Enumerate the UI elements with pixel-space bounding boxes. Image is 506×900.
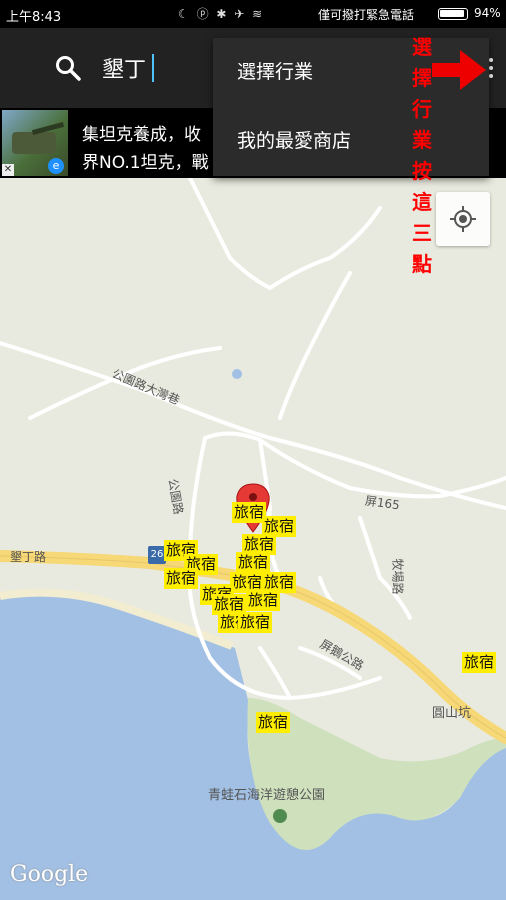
my-location-icon: [450, 206, 476, 232]
status-bar: 上午8:43 ☾ ⓟ ✱ ✈ ≋ 僅可撥打緊急電話 94%: [0, 0, 506, 28]
annotation-text: 選 擇 行 業 按 這 三 點: [412, 35, 432, 276]
place-label: 青蛙石海洋遊憩公園: [208, 788, 326, 803]
poi-label[interactable]: 旅宿: [164, 568, 199, 589]
my-location-button[interactable]: [436, 192, 490, 246]
road-label: 墾丁路: [10, 550, 47, 564]
poi-label[interactable]: 旅宿: [246, 590, 281, 611]
poi-label[interactable]: 旅宿: [462, 652, 497, 673]
battery-percent: 94%: [474, 6, 501, 20]
poi-label[interactable]: 旅宿: [232, 502, 267, 523]
status-time: 上午8:43: [6, 10, 62, 25]
red-arrow-icon: [432, 50, 486, 90]
place-label: 圓山坑: [432, 706, 472, 721]
poi-label[interactable]: 旅宿: [238, 612, 273, 633]
ad-badge-icon: e: [48, 158, 64, 174]
ad-close-icon[interactable]: ✕: [2, 164, 14, 176]
battery-icon: [438, 8, 468, 20]
road-label: 牧場路: [390, 558, 405, 595]
search-input[interactable]: 墾丁: [102, 52, 146, 84]
text-cursor: [152, 54, 154, 82]
status-icons: ☾ ⓟ ✱ ✈ ≋: [178, 7, 265, 21]
carrier-text: 僅可撥打緊急電話: [318, 8, 415, 22]
google-logo: Google: [10, 862, 89, 887]
ad-text-line1[interactable]: 集坦克養成，收: [82, 120, 201, 145]
menu-item-favorite-shops[interactable]: 我的最愛商店: [213, 107, 489, 176]
poi-label[interactable]: 旅宿: [256, 712, 291, 733]
ad-text-line2[interactable]: 界NO.1坦克，戰: [82, 148, 209, 173]
search-icon[interactable]: [54, 54, 82, 82]
poi-label[interactable]: 旅宿: [236, 552, 271, 573]
